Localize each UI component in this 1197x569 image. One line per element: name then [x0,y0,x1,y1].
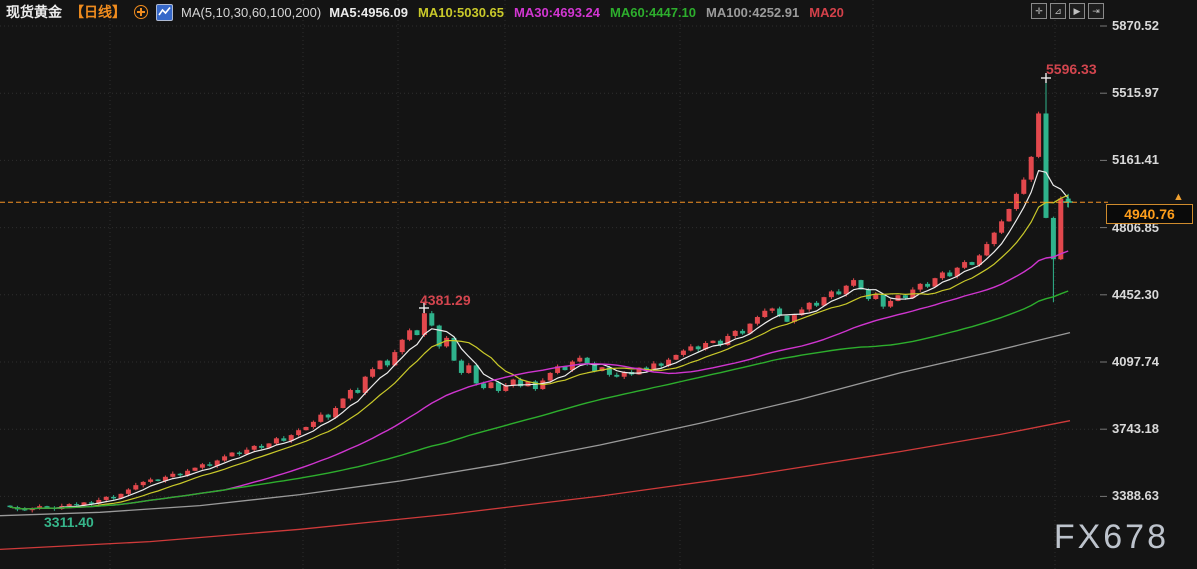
timeframe-label[interactable]: 【日线】 [70,2,126,22]
trading-chart-app: { "header": { "symbol": "现货黄金", "timefra… [0,0,1197,569]
target-circle-icon[interactable] [134,5,148,19]
exit-chart-icon[interactable]: ⇥ [1088,3,1104,19]
axis-price-label: 4097.74 [1112,354,1159,369]
plot-svg[interactable] [0,0,1197,569]
candlestick-chart[interactable] [0,0,1197,569]
ma-legend-item: MA60:4447.10 [610,5,696,20]
ma-group-label: MA(5,10,30,60,100,200) [181,5,321,20]
chart-price-label: 5596.33 [1046,61,1097,77]
axis-price-label: 5515.97 [1112,85,1159,100]
axis-price-label: 4452.30 [1112,287,1159,302]
ma-legend-item: MA30:4693.24 [514,5,600,20]
chart-header: 现货黄金 【日线】 MA(5,10,30,60,100,200) MA5:495… [6,2,844,22]
axis-price-label: 3388.63 [1112,488,1159,503]
pan-cross-icon[interactable]: ✛ [1031,3,1047,19]
price-axis[interactable]: 5870.525515.975161.414806.854452.304097.… [1108,0,1197,569]
symbol-name: 现货黄金 [6,2,62,22]
ma-legend-item: MA20 [809,5,844,20]
ma-legend-item: MA10:5030.65 [418,5,504,20]
ma-legend-item: MA100:4252.91 [706,5,799,20]
chart-price-label: 4381.29 [420,292,471,308]
chart-price-label: 3311.40 [44,514,94,530]
ma-legend: MA5:4956.09 MA10:5030.65 MA30:4693.24 MA60:… [329,5,844,20]
ma-legend-item: MA5:4956.09 [329,5,408,20]
chart-toolbar: ✛⊿▶⇥ [1031,3,1104,19]
price-up-arrow-icon: ▲ [1173,192,1184,202]
axis-price-label: 5870.52 [1112,18,1159,33]
chart-logo-icon [156,4,173,21]
current-price-tag: 4940.76 [1106,204,1193,224]
axis-price-label: 3743.18 [1112,421,1159,436]
axis-play-icon[interactable]: ▶ [1069,3,1085,19]
axis-zoom-icon[interactable]: ⊿ [1050,3,1066,19]
axis-price-label: 5161.41 [1112,152,1159,167]
